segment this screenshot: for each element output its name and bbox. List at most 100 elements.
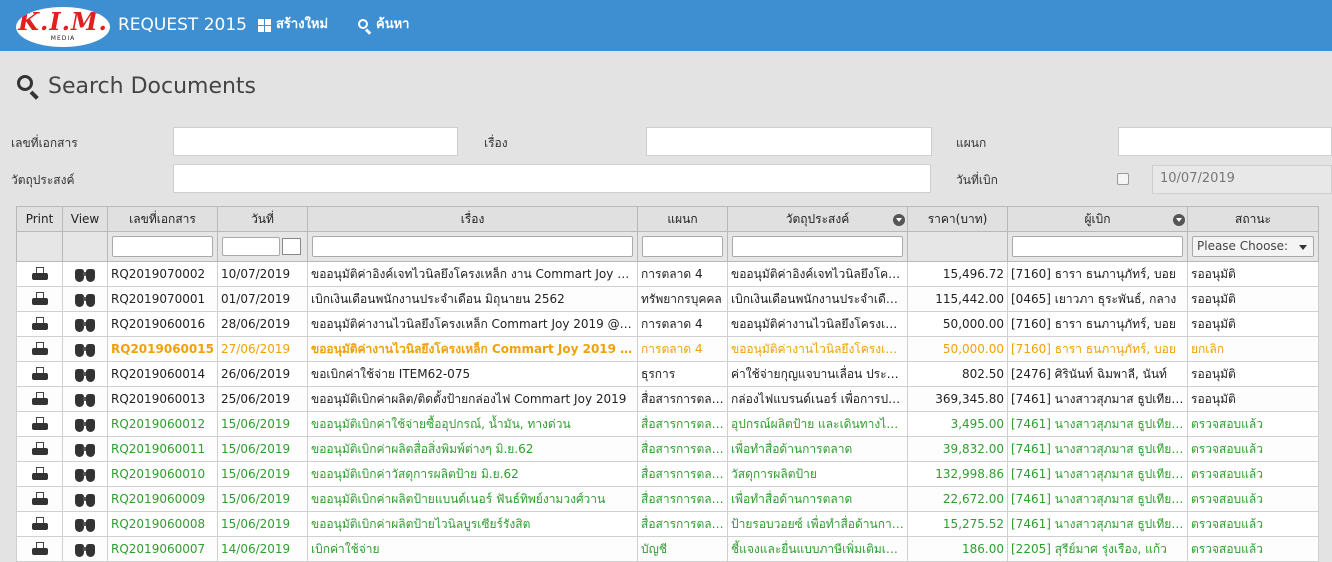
- column-menu-icon[interactable]: [893, 214, 905, 226]
- binoculars-icon[interactable]: [74, 491, 96, 507]
- view-cell[interactable]: [62, 486, 108, 512]
- nav-create-new[interactable]: สร้างใหม่: [258, 16, 328, 34]
- table-row[interactable]: RQ2019060007 14/06/2019 เบิกค่าใช้จ่าย บัญช…: [16, 536, 1319, 562]
- print-cell[interactable]: [16, 536, 63, 562]
- price-cell: 132,998.86: [907, 461, 1008, 487]
- filter-requester-input[interactable]: [1012, 236, 1183, 257]
- table-row[interactable]: RQ2019060015 27/06/2019 ขออนุมัติค่างานไวน…: [16, 336, 1319, 362]
- table-row[interactable]: RQ2019060008 15/06/2019 ขออนุมัติเบิกค่าผล…: [16, 511, 1319, 537]
- dept-input[interactable]: [1118, 127, 1332, 156]
- view-cell[interactable]: [62, 461, 108, 487]
- print-cell[interactable]: [16, 361, 63, 387]
- view-cell[interactable]: [62, 536, 108, 562]
- table-row[interactable]: RQ2019060013 25/06/2019 ขออนุมัติเบิกค่าผล…: [16, 386, 1319, 412]
- col-requester[interactable]: ผู้เบิก: [1007, 206, 1188, 232]
- grid-icon: [258, 18, 271, 32]
- printer-icon[interactable]: [31, 342, 48, 356]
- view-cell[interactable]: [62, 261, 108, 287]
- table-row[interactable]: RQ2019060009 15/06/2019 ขออนุมัติเบิกค่าผล…: [16, 486, 1319, 512]
- view-cell[interactable]: [62, 336, 108, 362]
- table-row[interactable]: RQ2019060011 15/06/2019 ขออนุมัติเบิกค่าผล…: [16, 436, 1319, 462]
- view-cell[interactable]: [62, 411, 108, 437]
- col-view[interactable]: View: [62, 206, 108, 232]
- col-subject[interactable]: เรื่อง: [307, 206, 638, 232]
- col-status[interactable]: สถานะ: [1187, 206, 1319, 232]
- col-dept[interactable]: แผนก: [637, 206, 728, 232]
- print-cell[interactable]: [16, 511, 63, 537]
- print-cell[interactable]: [16, 486, 63, 512]
- filter-date-button[interactable]: [282, 238, 301, 255]
- purpose-input[interactable]: [173, 164, 931, 193]
- view-cell[interactable]: [62, 436, 108, 462]
- date-input[interactable]: 10/07/2019: [1152, 165, 1332, 194]
- view-cell[interactable]: [62, 361, 108, 387]
- date-filter-checkbox[interactable]: [1117, 173, 1129, 185]
- binoculars-icon[interactable]: [74, 266, 96, 282]
- print-cell[interactable]: [16, 261, 63, 287]
- view-cell[interactable]: [62, 511, 108, 537]
- date-cell: 25/06/2019: [217, 386, 308, 412]
- print-cell[interactable]: [16, 461, 63, 487]
- col-date[interactable]: วันที่: [217, 206, 308, 232]
- printer-icon[interactable]: [31, 317, 48, 331]
- binoculars-icon[interactable]: [74, 341, 96, 357]
- printer-icon[interactable]: [31, 367, 48, 381]
- doc-no-input[interactable]: [173, 127, 458, 156]
- table-row[interactable]: RQ2019070002 10/07/2019 ขออนุมัติค่าอิงค์เ…: [16, 261, 1319, 287]
- binoculars-icon[interactable]: [74, 366, 96, 382]
- col-purpose[interactable]: วัตถุประสงค์: [727, 206, 908, 232]
- binoculars-icon[interactable]: [74, 291, 96, 307]
- print-cell[interactable]: [16, 286, 63, 312]
- view-cell[interactable]: [62, 311, 108, 337]
- printer-icon[interactable]: [31, 267, 48, 281]
- binoculars-icon[interactable]: [74, 541, 96, 557]
- binoculars-icon[interactable]: [74, 466, 96, 482]
- table-row[interactable]: RQ2019060014 26/06/2019 ขอเบิกค่าใช้จ่าย I…: [16, 361, 1319, 387]
- filter-status-select[interactable]: Please Choose:: [1192, 236, 1314, 257]
- subject-input[interactable]: [646, 127, 932, 156]
- printer-icon[interactable]: [31, 292, 48, 306]
- print-cell[interactable]: [16, 311, 63, 337]
- printer-icon[interactable]: [31, 492, 48, 506]
- view-cell[interactable]: [62, 286, 108, 312]
- printer-icon[interactable]: [31, 392, 48, 406]
- filter-doc-no-input[interactable]: [112, 236, 213, 257]
- print-cell[interactable]: [16, 436, 63, 462]
- doc-no-cell: RQ2019060007: [107, 536, 218, 562]
- kim-media-logo[interactable]: K.I.M. MEDIA: [16, 7, 110, 47]
- binoculars-icon[interactable]: [74, 316, 96, 332]
- binoculars-icon[interactable]: [74, 441, 96, 457]
- price-cell: 369,345.80: [907, 386, 1008, 412]
- printer-icon[interactable]: [31, 467, 48, 481]
- print-cell[interactable]: [16, 336, 63, 362]
- requester-cell: [7160] ธารา ธนภานุภัทร์, บอย: [1007, 311, 1188, 337]
- filter-subject-input[interactable]: [312, 236, 633, 257]
- printer-icon[interactable]: [31, 442, 48, 456]
- table-row[interactable]: RQ2019060016 28/06/2019 ขออนุมัติค่างานไวน…: [16, 311, 1319, 337]
- table-row[interactable]: RQ2019070001 01/07/2019 เบิกเงินเดือนพนักง…: [16, 286, 1319, 312]
- column-menu-icon[interactable]: [1173, 214, 1185, 226]
- col-doc-no[interactable]: เลขที่เอกสาร: [107, 206, 218, 232]
- binoculars-icon[interactable]: [74, 391, 96, 407]
- table-row[interactable]: RQ2019060010 15/06/2019 ขออนุมัติเบิกค่าวั…: [16, 461, 1319, 487]
- subject-cell: เบิกค่าใช้จ่าย: [307, 536, 638, 562]
- print-cell[interactable]: [16, 411, 63, 437]
- binoculars-icon[interactable]: [74, 516, 96, 532]
- printer-icon[interactable]: [31, 542, 48, 556]
- requester-cell: [0465] เยาวภา ธุระพันธ์, กลาง: [1007, 286, 1188, 312]
- filter-date-input[interactable]: [222, 237, 280, 256]
- printer-icon[interactable]: [31, 517, 48, 531]
- print-cell[interactable]: [16, 386, 63, 412]
- filter-dept-input[interactable]: [642, 236, 723, 257]
- date-label: วันที่เบิก: [956, 173, 998, 187]
- binoculars-icon[interactable]: [74, 416, 96, 432]
- col-print[interactable]: Print: [16, 206, 63, 232]
- filter-purpose-input[interactable]: [732, 236, 903, 257]
- col-price[interactable]: ราคา(บาท): [907, 206, 1008, 232]
- app-title[interactable]: REQUEST 2015: [118, 15, 247, 35]
- printer-icon[interactable]: [31, 417, 48, 431]
- nav-search[interactable]: ค้นหา: [358, 16, 409, 35]
- table-row[interactable]: RQ2019060012 15/06/2019 ขออนุมัติเบิกค่าใช…: [16, 411, 1319, 437]
- view-cell[interactable]: [62, 386, 108, 412]
- price-cell: 50,000.00: [907, 336, 1008, 362]
